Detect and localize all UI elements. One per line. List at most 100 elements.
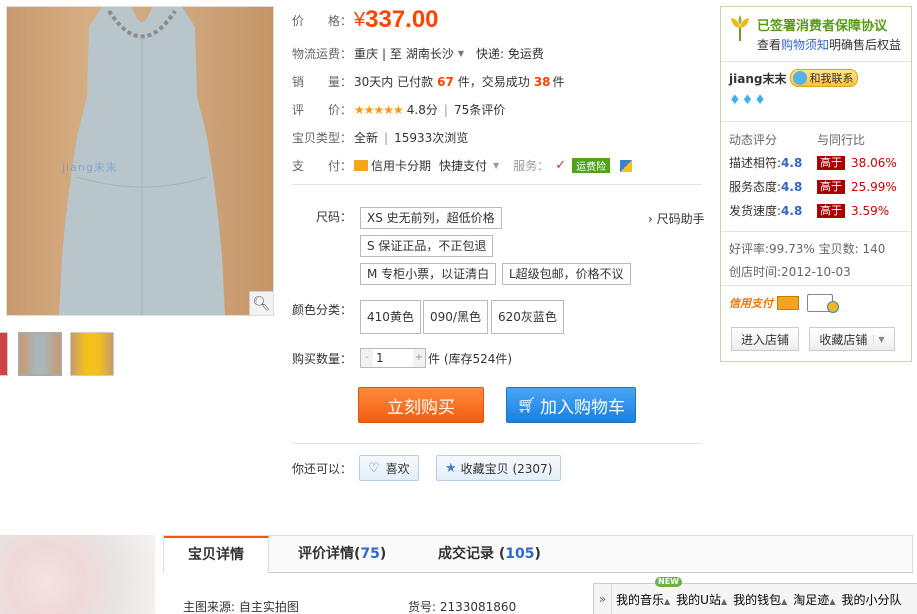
thumbnail[interactable]	[0, 332, 8, 376]
price-value: 337.00	[365, 6, 439, 33]
seller-nickname[interactable]: jiang末末	[729, 70, 786, 87]
expand-toolbar-button[interactable]: »	[594, 584, 612, 614]
rating-label: 评 价：	[292, 103, 353, 117]
rating-count-link[interactable]: 75条评价	[454, 101, 505, 118]
size-label: 尺码：	[316, 210, 353, 224]
decorative-banner	[0, 535, 155, 614]
shipping-to[interactable]: 湖南长沙	[406, 45, 454, 62]
quick-pay[interactable]: 快捷支付	[439, 157, 487, 174]
size-option-l[interactable]: L超级包邮，价格不议	[502, 263, 631, 285]
dsr-score: 4.8	[781, 203, 803, 218]
rating-score: 4.8分	[406, 103, 438, 117]
shipping-insurance-badge: 运费险	[572, 158, 611, 173]
like-button[interactable]: ♡ 喜欢	[359, 455, 419, 481]
tab-count: 75	[360, 546, 380, 562]
buy-now-button[interactable]: 立刻购买	[358, 387, 484, 423]
detail-source: 主图来源: 自主实拍图	[183, 600, 299, 614]
sales-prefix: 30天内 已付款	[354, 75, 434, 89]
shopping-notice-link[interactable]: 购物须知	[781, 38, 829, 52]
color-label: 颜色分类：	[292, 303, 353, 317]
color-option-yellow[interactable]: 410黄色	[360, 300, 421, 334]
color-option-black[interactable]: 090/黑色	[423, 300, 488, 334]
service-icon	[620, 159, 633, 172]
price-label: 价 格：	[292, 13, 353, 28]
seller-panel: 已签署消费者保障协议 查看购物须知明确售后权益 jiang末末 和我联系 ♦♦♦…	[720, 6, 912, 362]
tab-label: 宝贝详情	[188, 547, 244, 563]
tab-item-details[interactable]: 宝贝详情	[164, 536, 269, 573]
sales-done: 38	[533, 74, 551, 89]
size-option-s[interactable]: S 保证正品，不正包退	[360, 235, 494, 257]
dsr-row: 描述相符: 4.8 高于 38.06%	[729, 154, 897, 171]
quantity-label: 购买数量：	[292, 352, 353, 366]
dsr-tag: 高于	[817, 155, 846, 170]
credit-installment[interactable]: 信用卡分期	[371, 157, 431, 174]
dsr-label: 发货速度:	[729, 204, 782, 218]
dsr-pct: 3.59%	[851, 203, 890, 218]
toolbar-label: 我的音乐	[616, 592, 665, 607]
credit-pay-row: 信用支付	[729, 293, 839, 313]
enter-shop-button[interactable]: 进入店铺	[731, 327, 799, 351]
type-value: 全新	[354, 131, 379, 145]
favorite-shop-button[interactable]: 收藏店铺 ▼	[809, 327, 895, 351]
service-label: 服务：	[513, 159, 550, 173]
price-row: 价 格： ¥ 337.00	[292, 6, 439, 34]
protection-icon	[731, 15, 749, 42]
toolbar-item-ustation[interactable]: 我的U站▲	[676, 591, 727, 608]
size-helper-link[interactable]: › 尺码助手	[648, 210, 705, 227]
toolbar-label: 我的钱包	[733, 592, 782, 607]
protection-sub-prefix: 查看	[757, 38, 782, 52]
consumer-protection: 已签署消费者保障协议 查看购物须知明确售后权益	[729, 15, 901, 53]
size-option-xs[interactable]: XS 史无前列，超低价格	[360, 207, 502, 229]
magnifier-icon[interactable]: 🔍︎	[249, 291, 273, 315]
detail-item-no: 货号: 2133081860	[408, 600, 517, 614]
thumbnail[interactable]	[70, 332, 114, 376]
view-count: 15933次浏览	[394, 131, 469, 145]
enter-shop-label: 进入店铺	[740, 332, 789, 347]
detail-tabs: 宝贝详情 评价详情(75) 成交记录 (105)	[163, 535, 913, 573]
quantity-input[interactable]: 1	[373, 349, 413, 367]
tab-reviews[interactable]: 评价详情(75)	[298, 536, 386, 573]
increment-button[interactable]: +	[413, 349, 425, 367]
tab-label: 成交记录 (	[438, 546, 506, 562]
product-main-image[interactable]: jiang末末 🔍︎	[6, 6, 274, 316]
shipping-label: 物流运费：	[292, 47, 353, 61]
toolbar-item-team[interactable]: 我的小分队	[841, 591, 901, 608]
rating-stars: ★★★★★	[354, 102, 404, 117]
shop-created: 创店时间:2012-10-03	[729, 265, 851, 279]
protection-title: 已签署消费者保障协议	[757, 19, 888, 34]
currency-symbol: ¥	[354, 8, 366, 31]
type-label: 宝贝类型：	[292, 131, 353, 145]
chevron-down-icon[interactable]: ▼	[458, 49, 464, 58]
type-row: 宝贝类型： 全新 | 15933次浏览	[292, 130, 469, 146]
toolbar-item-music[interactable]: 我的音乐▲	[616, 591, 670, 608]
good-rate: 好评率:99.73% 宝贝数: 140	[729, 242, 886, 256]
sales-label: 销 量：	[292, 75, 353, 89]
chevron-down-icon[interactable]: ▼	[873, 334, 885, 344]
new-badge: NEW	[655, 577, 682, 587]
sales-suffix: 件	[552, 75, 565, 89]
seller-nickname-row: jiang末末 和我联系	[729, 69, 859, 87]
shipping-express: 快递: 免运费	[476, 47, 544, 61]
add-to-cart-button[interactable]: 🛒︎ 加入购物车	[506, 387, 636, 423]
sales-mid: 件，交易成功	[457, 75, 530, 89]
dsr-label: 服务态度:	[729, 180, 782, 194]
like-label: 喜欢	[385, 461, 410, 476]
favorite-shop-label: 收藏店铺	[819, 332, 868, 347]
chevron-down-icon[interactable]: ▼	[493, 161, 499, 170]
decrement-button[interactable]: -	[361, 349, 373, 367]
add-to-cart-label: 加入购物车	[540, 397, 626, 418]
credit-card-icon	[354, 160, 368, 171]
favorite-item-button[interactable]: ★ 收藏宝贝 (2307)	[436, 455, 562, 481]
size-option-m[interactable]: M 专柜小票，以证清白	[360, 263, 497, 285]
toolbar-item-footprint[interactable]: 淘足迹▲	[793, 591, 835, 608]
contact-seller-button[interactable]: 和我联系	[790, 69, 859, 87]
color-option-grey-blue[interactable]: 620灰蓝色	[491, 300, 564, 334]
thumbnail-active[interactable]	[18, 332, 62, 376]
toolbar-label: 我的U站	[676, 592, 721, 607]
star-icon: ★	[445, 460, 457, 476]
tab-transactions[interactable]: 成交记录 (105)	[438, 536, 541, 573]
dsr-title: 动态评分	[729, 133, 778, 147]
toolbar-item-wallet[interactable]: 我的钱包▲	[733, 591, 787, 608]
payment-label: 支 付：	[292, 159, 353, 173]
seven-days-icon: ✓	[555, 158, 567, 173]
